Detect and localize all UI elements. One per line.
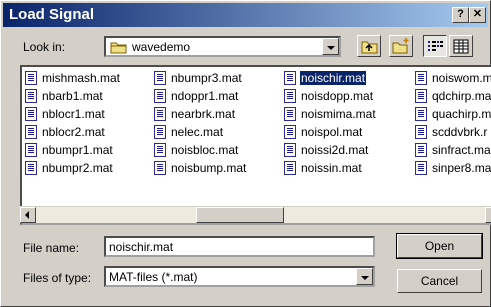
mat-file-icon (154, 89, 166, 103)
file-item[interactable]: qdchirp.ma (414, 87, 491, 105)
up-folder-icon (361, 41, 378, 54)
look-in-value: wavedemo (132, 40, 191, 54)
mat-file-icon (284, 161, 296, 175)
file-item[interactable]: scddvbrk.r (414, 123, 491, 141)
mat-file-icon (25, 89, 37, 103)
file-name-input[interactable]: noischir.mat (104, 236, 375, 257)
details-view-icon (453, 39, 469, 54)
list-view-icon (428, 41, 443, 51)
file-item[interactable]: sinfract.ma (414, 141, 491, 159)
file-item[interactable]: quachirp.m (414, 105, 491, 123)
mat-file-icon (415, 107, 427, 121)
mat-file-icon (25, 161, 37, 175)
mat-file-icon (284, 107, 296, 121)
mat-file-icon (25, 125, 37, 139)
mat-file-icon (415, 143, 427, 157)
mat-file-icon (415, 71, 427, 85)
mat-file-icon (415, 161, 427, 175)
file-item[interactable]: nbarb1.mat (24, 87, 121, 105)
file-item[interactable]: nbumpr2.mat (24, 159, 121, 177)
mat-file-icon (284, 125, 296, 139)
mat-file-icon (25, 143, 37, 157)
close-button[interactable]: ✕ (469, 7, 486, 23)
mat-file-icon (154, 143, 166, 157)
window-title: Load Signal (9, 6, 95, 23)
file-item[interactable]: nblocr2.mat (24, 123, 121, 141)
scroll-left-button[interactable] (20, 207, 36, 223)
files-of-type-value: MAT-files (*.mat) (109, 270, 198, 284)
mat-file-icon (154, 161, 166, 175)
details-view-button[interactable] (449, 35, 473, 57)
new-folder-button[interactable] (389, 35, 413, 57)
load-signal-dialog: Load Signal ? ✕ Look in: wavedemo mishma… (0, 0, 491, 307)
file-item[interactable]: nearbrk.mat (153, 105, 247, 123)
file-name-value: noischir.mat (109, 240, 174, 254)
mat-file-icon (154, 71, 166, 85)
file-item[interactable]: noissin.mat (283, 159, 377, 177)
file-item[interactable]: nbumpr3.mat (153, 69, 247, 87)
list-view-button[interactable] (423, 35, 447, 57)
up-folder-button[interactable] (357, 35, 381, 57)
horizontal-scrollbar[interactable] (20, 206, 491, 223)
cancel-button[interactable]: Cancel (397, 269, 482, 293)
mat-file-icon (154, 107, 166, 121)
mat-file-icon (415, 89, 427, 103)
file-item[interactable]: noisdopp.mat (283, 87, 377, 105)
files-of-type-select[interactable]: MAT-files (*.mat) (104, 266, 375, 287)
file-item-selected[interactable]: noischir.mat (283, 69, 377, 87)
file-item[interactable]: sinper8.ma (414, 159, 491, 177)
files-of-type-label: Files of type: (23, 271, 92, 285)
file-item[interactable]: nelec.mat (153, 123, 247, 141)
mat-file-icon (284, 71, 296, 85)
new-folder-icon (392, 38, 409, 54)
title-bar[interactable]: Load Signal ? ✕ (3, 3, 488, 27)
file-column-3: noischir.mat noisdopp.mat noismima.mat n… (283, 69, 377, 177)
file-item[interactable]: noismima.mat (283, 105, 377, 123)
file-item[interactable]: noispol.mat (283, 123, 377, 141)
mat-file-icon (25, 71, 37, 85)
file-item[interactable]: nblocr1.mat (24, 105, 121, 123)
file-column-1: mishmash.mat nbarb1.mat nblocr1.mat nblo… (24, 69, 121, 177)
help-button[interactable]: ? (452, 7, 469, 23)
file-item[interactable]: nbumpr1.mat (24, 141, 121, 159)
files-of-type-dropdown-button[interactable] (356, 268, 373, 285)
scroll-thumb[interactable] (196, 207, 284, 223)
file-item[interactable]: noiswom.m (414, 69, 491, 87)
mat-file-icon (284, 89, 296, 103)
file-item[interactable]: noisbloc.mat (153, 141, 247, 159)
scroll-right-button[interactable] (485, 207, 491, 223)
open-button[interactable]: Open (396, 233, 483, 259)
file-column-2: nbumpr3.mat ndoppr1.mat nearbrk.mat nele… (153, 69, 247, 177)
file-list[interactable]: mishmash.mat nbarb1.mat nblocr1.mat nblo… (20, 65, 491, 225)
mat-file-icon (154, 125, 166, 139)
look-in-label: Look in: (23, 40, 66, 54)
file-name-label: File name: (23, 241, 80, 255)
mat-file-icon (415, 125, 427, 139)
mat-file-icon (25, 107, 37, 121)
look-in-combo[interactable]: wavedemo (104, 36, 341, 57)
file-item[interactable]: mishmash.mat (24, 69, 121, 87)
look-in-dropdown-button[interactable] (322, 38, 339, 55)
file-item[interactable]: noisbump.mat (153, 159, 247, 177)
file-column-4: noiswom.m qdchirp.ma quachirp.m scddvbrk… (414, 69, 491, 177)
folder-icon (110, 42, 127, 54)
file-item[interactable]: noissi2d.mat (283, 141, 377, 159)
file-item[interactable]: ndoppr1.mat (153, 87, 247, 105)
mat-file-icon (284, 143, 296, 157)
